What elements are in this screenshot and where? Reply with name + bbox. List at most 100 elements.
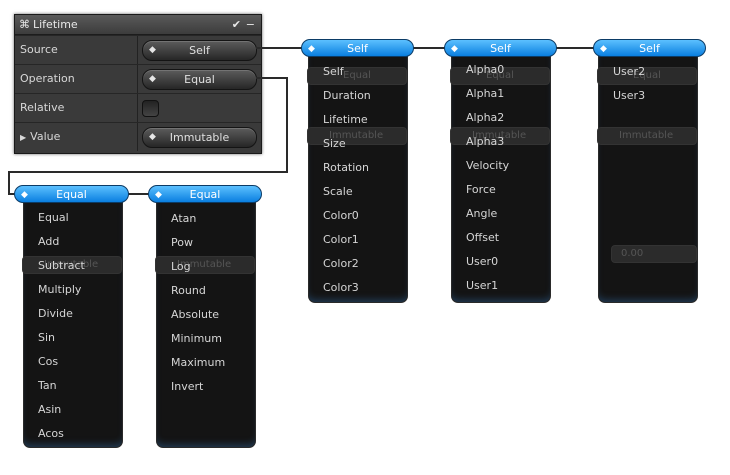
operation-list-1: Immutable Equal Add Subtract Multiply Di…: [14, 185, 129, 449]
divider: [137, 36, 138, 64]
connector-line: [256, 47, 302, 49]
updown-arrows-icon: ◆: [21, 190, 28, 200]
list-item[interactable]: Scale: [323, 185, 353, 199]
divider: [137, 123, 138, 151]
list-item[interactable]: Lifetime: [323, 113, 368, 127]
source-list-1: Equal Immutable Self Duration Lifetime S…: [301, 39, 414, 303]
source-label: Source: [20, 43, 58, 56]
list-item[interactable]: Self: [323, 65, 344, 79]
list-item[interactable]: Multiply: [38, 283, 81, 297]
expand-triangle-icon[interactable]: ▶: [20, 133, 26, 142]
list-item[interactable]: Color3: [323, 281, 359, 295]
operation-list-2: Immutable Atan Pow Log Round Absolute Mi…: [148, 185, 262, 449]
list-item[interactable]: Angle: [466, 207, 497, 221]
dropdown-header-label: Equal: [189, 188, 221, 201]
list-item[interactable]: Subtract: [38, 259, 85, 273]
menu-body: Immutable Equal Add Subtract Multiply Di…: [22, 199, 123, 448]
dropdown-header[interactable]: ◆ Self: [593, 39, 706, 57]
operation-value: Equal: [184, 73, 215, 86]
list-item[interactable]: Absolute: [171, 308, 219, 322]
list-item[interactable]: Pow: [171, 236, 193, 250]
dropdown-header-label: Self: [639, 42, 660, 55]
connector-line: [8, 171, 288, 173]
list-item[interactable]: Velocity: [466, 159, 509, 173]
list-item[interactable]: Divide: [38, 307, 73, 321]
list-item[interactable]: Acos: [38, 427, 64, 441]
source-list-3: Equal Immutable 0.00 User2 User3 ◆ Self: [593, 39, 706, 303]
list-item[interactable]: Size: [323, 137, 346, 151]
dropdown-header[interactable]: ◆ Self: [301, 39, 414, 57]
panel-title: Lifetime: [33, 18, 78, 31]
check-icon[interactable]: ✔: [232, 15, 241, 34]
dropdown-header[interactable]: ◆ Equal: [148, 185, 262, 203]
value-label-text: Value: [30, 130, 61, 143]
list-item[interactable]: Color0: [323, 209, 359, 223]
dropdown-header-label: Self: [347, 42, 368, 55]
connector-line: [556, 47, 594, 49]
connector-line: [256, 77, 288, 79]
value-value: Immutable: [169, 131, 230, 144]
updown-arrows-icon: ◆: [149, 74, 156, 84]
dropdown-header-label: Equal: [56, 188, 87, 201]
list-item[interactable]: Color2: [323, 257, 359, 271]
list-item[interactable]: User1: [466, 279, 498, 293]
menu-body: Equal Immutable Self Duration Lifetime S…: [307, 53, 408, 303]
list-item[interactable]: Equal: [38, 211, 69, 225]
source-list-2: Equal Immutable Alpha0 Alpha1 Alpha2 Alp…: [444, 39, 557, 303]
list-item[interactable]: Maximum: [171, 356, 225, 370]
command-icon: ⌘: [19, 18, 30, 31]
panel-titlebar[interactable]: ⌘ Lifetime ✔ −: [15, 15, 261, 35]
relative-row: Relative: [15, 93, 261, 122]
list-item[interactable]: Log: [171, 260, 191, 274]
dropdown-header[interactable]: ◆ Self: [444, 39, 557, 57]
source-dropdown[interactable]: ◆ Self: [142, 40, 257, 61]
list-item[interactable]: Offset: [466, 231, 499, 245]
list-item[interactable]: Minimum: [171, 332, 222, 346]
updown-arrows-icon: ◆: [149, 45, 156, 55]
operation-label: Operation: [20, 72, 75, 85]
list-item[interactable]: Sin: [38, 331, 55, 345]
menu-body: Immutable Atan Pow Log Round Absolute Mi…: [155, 199, 256, 448]
list-item[interactable]: Round: [171, 284, 206, 298]
operation-dropdown[interactable]: ◆ Equal: [142, 69, 257, 90]
list-item[interactable]: Invert: [171, 380, 203, 394]
updown-arrows-icon: ◆: [308, 44, 315, 54]
list-item[interactable]: User2: [613, 65, 645, 79]
list-item[interactable]: Force: [466, 183, 496, 197]
list-item[interactable]: Add: [38, 235, 59, 249]
list-item[interactable]: Cos: [38, 355, 58, 369]
list-item[interactable]: Alpha2: [466, 111, 504, 125]
connector-line: [286, 77, 288, 173]
list-item[interactable]: Asin: [38, 403, 61, 417]
list-item[interactable]: Color1: [323, 233, 359, 247]
ghost-text: Immutable: [619, 130, 674, 141]
ghost-text: 0.00: [621, 248, 644, 259]
dropdown-header-label: Self: [490, 42, 511, 55]
value-row: ▶ Value ◆ Immutable: [15, 122, 261, 151]
connector-line: [413, 47, 445, 49]
updown-arrows-icon: ◆: [155, 190, 162, 200]
list-item[interactable]: Alpha0: [466, 63, 504, 77]
updown-arrows-icon: ◆: [600, 44, 607, 54]
menu-body: Equal Immutable 0.00 User2 User3: [597, 53, 698, 303]
list-item[interactable]: Rotation: [323, 161, 369, 175]
lifetime-panel: ⌘ Lifetime ✔ − Source ◆ Self Operation ◆ …: [14, 14, 262, 154]
list-item[interactable]: Duration: [323, 89, 371, 103]
value-label[interactable]: ▶ Value: [20, 123, 60, 152]
menu-body: Equal Immutable Alpha0 Alpha1 Alpha2 Alp…: [450, 53, 551, 303]
minimize-icon[interactable]: −: [246, 15, 255, 34]
list-item[interactable]: Atan: [171, 212, 196, 226]
divider: [137, 94, 138, 122]
dropdown-header[interactable]: ◆ Equal: [14, 185, 129, 203]
list-item[interactable]: Alpha3: [466, 135, 504, 149]
relative-checkbox[interactable]: [142, 100, 159, 117]
list-item[interactable]: User0: [466, 255, 498, 269]
divider: [137, 65, 138, 93]
updown-arrows-icon: ◆: [451, 44, 458, 54]
value-dropdown[interactable]: ◆ Immutable: [142, 127, 257, 148]
list-item[interactable]: Tan: [38, 379, 57, 393]
list-item[interactable]: Alpha1: [466, 87, 504, 101]
relative-label: Relative: [20, 101, 65, 114]
list-item[interactable]: User3: [613, 89, 645, 103]
connector-line: [8, 171, 10, 194]
